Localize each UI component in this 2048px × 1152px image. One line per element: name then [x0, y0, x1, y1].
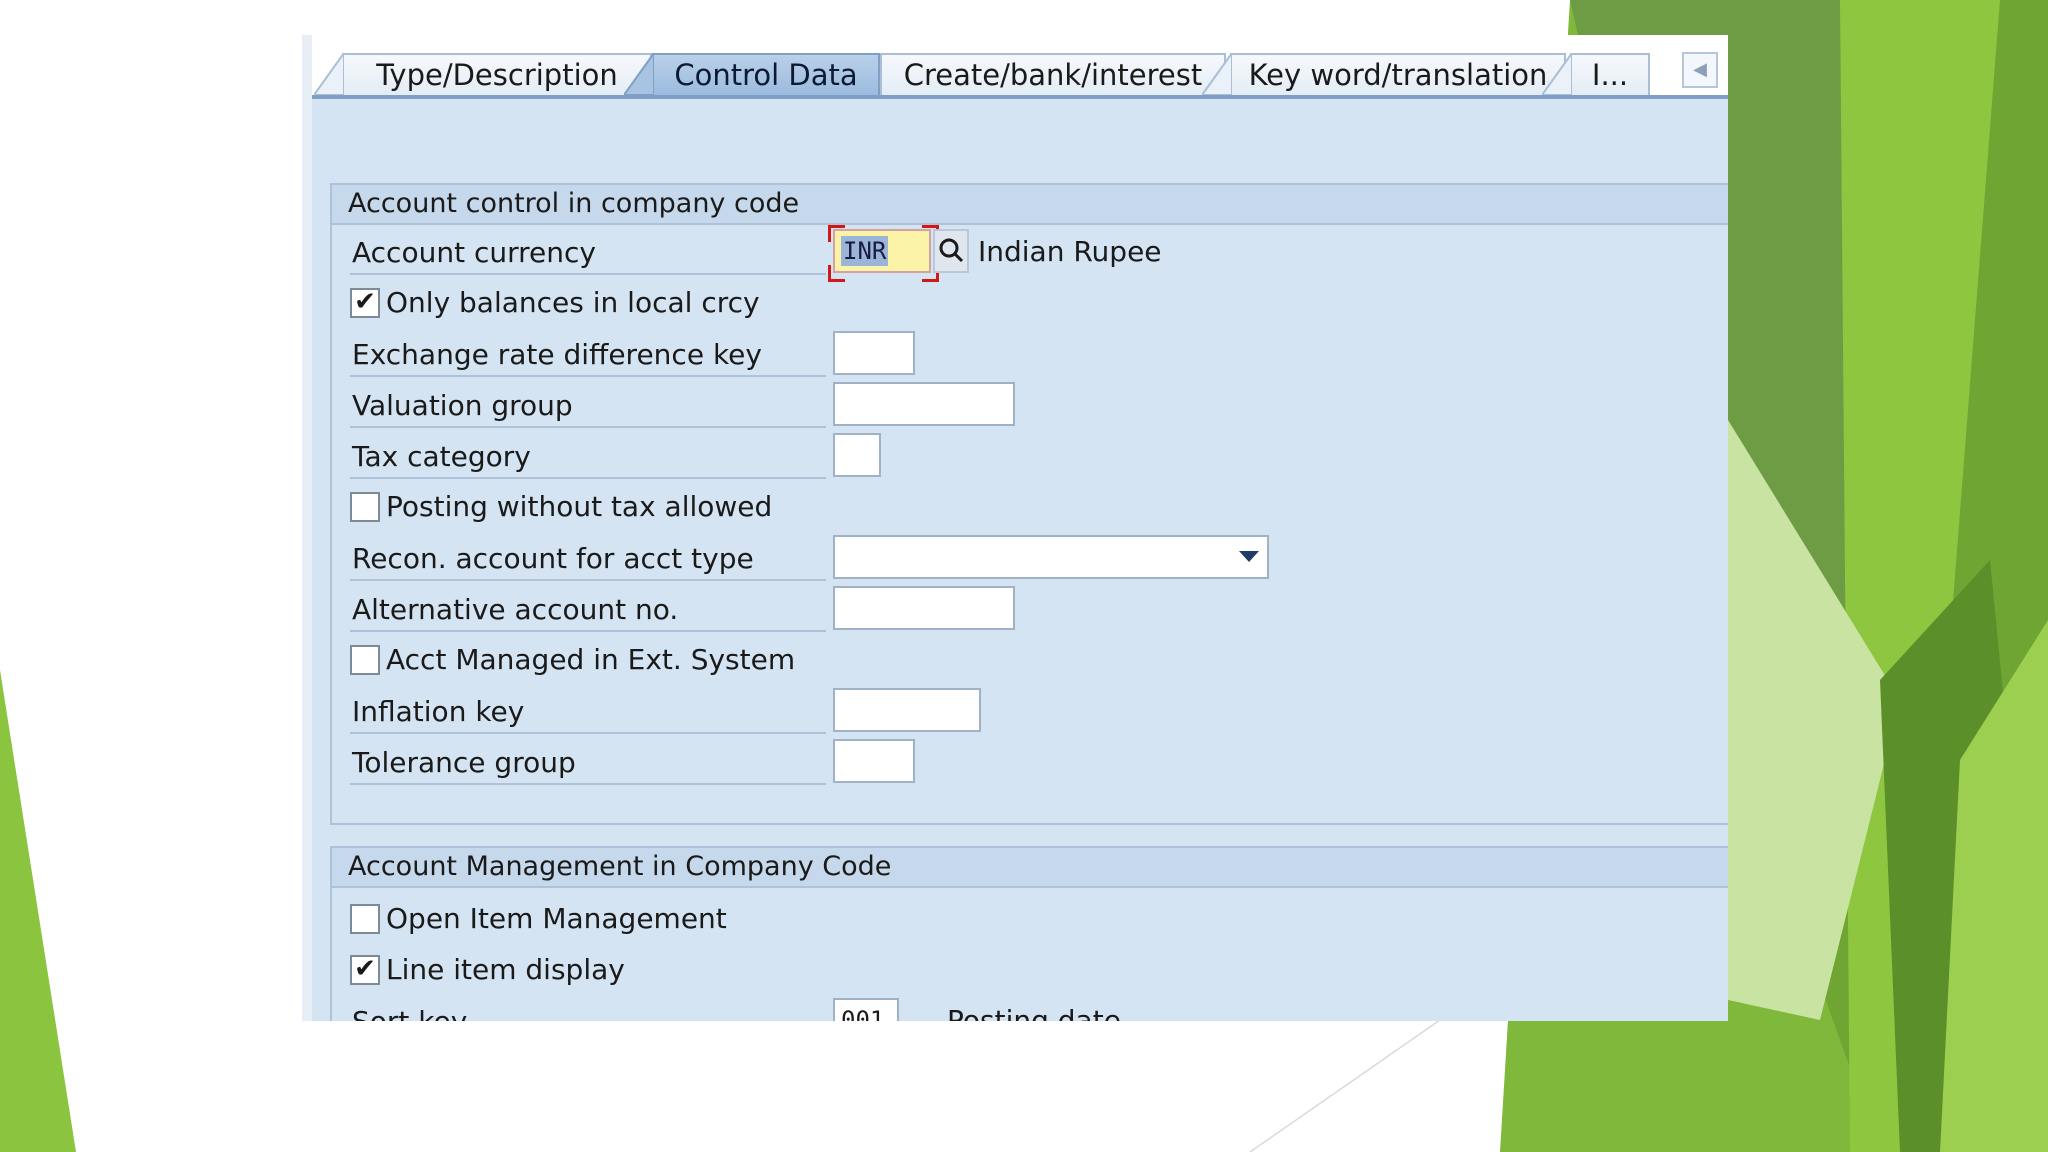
- tolerance-group-input[interactable]: [833, 739, 915, 783]
- field-label: Sort key: [350, 1002, 826, 1021]
- tab-slant: [1202, 53, 1232, 95]
- tab-key-word-translation[interactable]: Key word/translation: [1202, 53, 1566, 95]
- tax-category-input[interactable]: [833, 433, 881, 477]
- tab-slant: [624, 53, 654, 95]
- sort-key-input[interactable]: 001: [833, 998, 899, 1021]
- posting-without-tax-row[interactable]: Posting without tax allowed: [332, 482, 1728, 533]
- tax-category-row: Tax category: [332, 431, 1728, 482]
- inflation-key-input[interactable]: [833, 688, 981, 732]
- arrow-left-icon: ◀: [1693, 59, 1707, 80]
- inflation-key-row: Inflation key: [332, 686, 1728, 737]
- recon-account-dropdown[interactable]: [833, 535, 1269, 579]
- tolerance-group-row: Tolerance group: [332, 737, 1728, 788]
- tab-create-bank-interest[interactable]: Create/bank/interest: [880, 53, 1226, 95]
- sort-key-description: Posting date: [947, 1004, 1121, 1021]
- field-label: Tax category: [350, 437, 826, 479]
- field-label: Tolerance group: [350, 743, 826, 785]
- field-label: Alternative account no.: [350, 590, 826, 632]
- field-label: Recon. account for acct type: [350, 539, 826, 581]
- group-header: Account control in company code: [332, 185, 1728, 225]
- tab-label: Control Data: [674, 58, 858, 92]
- tab-type-description[interactable]: Type/Description: [314, 53, 652, 95]
- line-item-display-checkbox[interactable]: ✔: [350, 955, 380, 985]
- exchange-rate-difference-key-row: Exchange rate difference key: [332, 329, 1728, 380]
- group-header: Account Management in Company Code: [332, 848, 1728, 888]
- account-control-group: Account control in company code Account …: [330, 183, 1728, 825]
- posting-without-tax-checkbox[interactable]: [350, 492, 380, 522]
- tab-strip: Type/Description Control Data Create/ban…: [302, 35, 1728, 1021]
- account-management-group: Account Management in Company Code Open …: [330, 846, 1728, 1021]
- tab-control-data[interactable]: Control Data: [624, 53, 880, 95]
- search-help-button[interactable]: [933, 229, 969, 273]
- check-icon: ✔: [354, 954, 376, 984]
- tab-scroll-left-button[interactable]: ◀: [1682, 52, 1718, 88]
- open-item-management-row[interactable]: Open Item Management: [332, 894, 1728, 945]
- only-balances-checkbox[interactable]: ✔: [350, 288, 380, 318]
- field-label: Account currency: [350, 233, 826, 275]
- sap-control-data-window: Type/Description Control Data Create/ban…: [302, 35, 1728, 1021]
- green-shape-left: [0, 670, 76, 1152]
- acct-managed-ext-system-row[interactable]: Acct Managed in Ext. System: [332, 635, 1728, 686]
- alternative-account-input[interactable]: [833, 586, 1015, 630]
- tab-label: Key word/translation: [1248, 58, 1548, 92]
- alternative-account-row: Alternative account no.: [332, 584, 1728, 635]
- line-item-display-row[interactable]: ✔ Line item display: [332, 945, 1728, 996]
- account-currency-input[interactable]: INR: [833, 229, 931, 273]
- checkbox-label: Posting without tax allowed: [386, 490, 773, 523]
- control-data-content: Account control in company code Account …: [312, 99, 1728, 1021]
- checkbox-label: Line item display: [386, 953, 625, 986]
- valuation-group-input[interactable]: [833, 382, 1015, 426]
- tab-label: Create/bank/interest: [903, 58, 1203, 92]
- check-icon: ✔: [354, 287, 376, 317]
- selected-text: INR: [841, 236, 889, 266]
- tab-more[interactable]: I...: [1542, 53, 1650, 95]
- acct-managed-ext-system-checkbox[interactable]: [350, 645, 380, 675]
- open-item-management-checkbox[interactable]: [350, 904, 380, 934]
- valuation-group-row: Valuation group: [332, 380, 1728, 431]
- field-label: Valuation group: [350, 386, 826, 428]
- thin-line: [1249, 1019, 1441, 1152]
- field-label: Inflation key: [350, 692, 826, 734]
- tab-label: I...: [1591, 58, 1629, 92]
- field-label: Exchange rate difference key: [350, 335, 826, 377]
- focus-corner: [828, 225, 845, 242]
- account-currency-row: Account currency INR Indian Rupee: [332, 225, 1728, 282]
- window-left-rail: [302, 35, 312, 1021]
- recon-account-row: Recon. account for acct type: [332, 533, 1728, 584]
- only-balances-row[interactable]: ✔ Only balances in local crcy: [332, 278, 1728, 329]
- currency-description: Indian Rupee: [978, 235, 1162, 268]
- tab-label: Type/Description: [376, 58, 618, 92]
- exchange-rate-difference-key-input[interactable]: [833, 331, 915, 375]
- tab-slant: [314, 53, 344, 95]
- checkbox-label: Acct Managed in Ext. System: [386, 643, 796, 676]
- tab-slant: [1542, 53, 1572, 95]
- sort-key-row: Sort key 001 Posting date: [332, 996, 1728, 1021]
- checkbox-label: Only balances in local crcy: [386, 286, 760, 319]
- search-icon: [939, 238, 964, 263]
- chevron-down-icon: [1239, 551, 1259, 562]
- checkbox-label: Open Item Management: [386, 902, 727, 935]
